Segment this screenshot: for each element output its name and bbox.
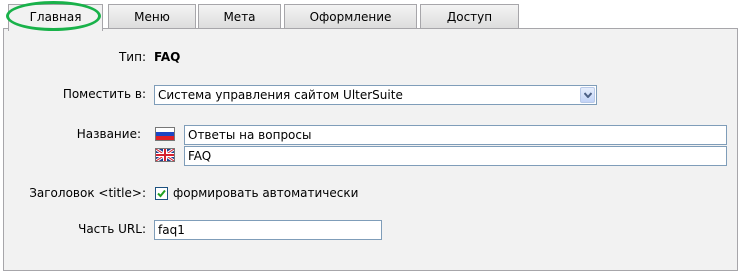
tab-main[interactable]: Главная <box>8 4 103 31</box>
tab-bar: Главная Меню Мета Оформление Доступ <box>0 0 741 31</box>
tab-design[interactable]: Оформление <box>284 4 417 29</box>
place-label: Поместить в: <box>62 87 146 101</box>
main-panel: Тип: FAQ Поместить в: Система управления… <box>3 28 738 271</box>
url-part-input[interactable]: faq1 <box>154 220 382 240</box>
url-label: Часть URL: <box>78 222 146 236</box>
place-select-value: Система управления сайтом UlterSuite <box>158 88 403 102</box>
place-select[interactable]: Система управления сайтом UlterSuite <box>154 85 597 105</box>
uk-flag-icon <box>155 148 175 162</box>
type-label: Тип: <box>118 50 146 64</box>
russian-flag-icon <box>155 127 175 141</box>
type-value: FAQ <box>154 50 181 64</box>
name-en-input[interactable]: FAQ <box>184 146 727 166</box>
checkmark-icon <box>157 189 166 198</box>
tab-meta[interactable]: Мета <box>198 4 281 29</box>
name-label: Название: <box>76 127 141 141</box>
tab-menu[interactable]: Меню <box>108 4 196 29</box>
tab-access[interactable]: Доступ <box>420 4 519 29</box>
chevron-down-icon <box>584 92 592 98</box>
name-ru-input[interactable]: Ответы на вопросы <box>184 125 727 145</box>
place-select-dropdown-button[interactable] <box>580 87 595 103</box>
title-label: Заголовок <title>: <box>29 186 146 200</box>
auto-title-checkbox-label[interactable]: формировать автоматически <box>173 186 358 200</box>
auto-title-checkbox[interactable] <box>155 187 168 200</box>
